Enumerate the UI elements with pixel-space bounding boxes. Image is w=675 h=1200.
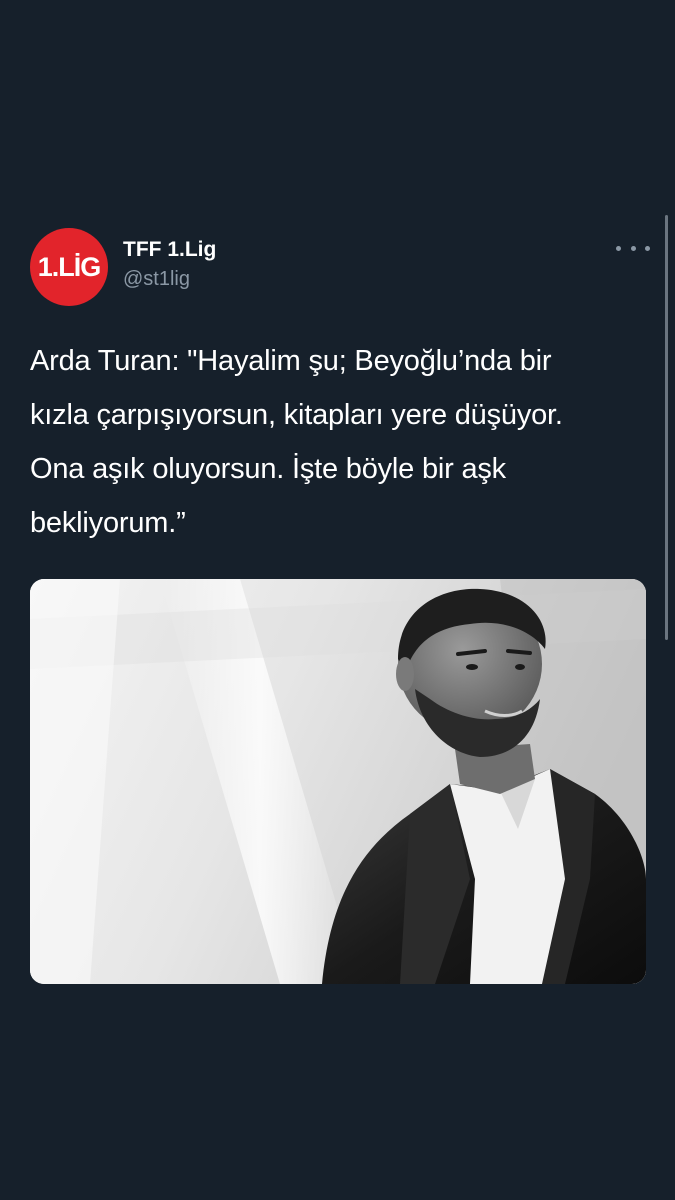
- tweet-text-line: kızla çarpışıyorsun, kitapları yere düşü…: [30, 399, 563, 431]
- user-handle[interactable]: @st1lig: [123, 268, 190, 291]
- scrollbar[interactable]: [665, 215, 668, 640]
- tweet-header: 1.LİG TFF 1.Lig @st1lig: [30, 228, 650, 308]
- photo-image: [30, 579, 646, 984]
- more-dot: [645, 245, 650, 251]
- display-name[interactable]: TFF 1.Lig: [123, 238, 216, 262]
- tweet-text-line: Arda Turan: "Hayalim şu; Beyoğlu’nda bir: [30, 345, 552, 377]
- tweet-detail-screen: 1.LİG TFF 1.Lig @st1lig Arda Turan: "Hay…: [0, 0, 675, 1200]
- more-dot: [616, 245, 621, 251]
- more-options-icon[interactable]: [616, 236, 650, 260]
- tweet-photo[interactable]: [30, 579, 646, 984]
- avatar[interactable]: 1.LİG: [30, 228, 108, 306]
- avatar-logo-text: 1.LİG: [37, 251, 102, 282]
- tweet-text-line: Ona aşık oluyorsun. İşte böyle bir aşk: [30, 453, 506, 485]
- more-dot: [630, 245, 636, 251]
- tweet-text: Arda Turan: "Hayalim şu; Beyoğlu’nda bir…: [30, 334, 645, 550]
- tweet-text-line: bekliyorum.”: [30, 507, 186, 539]
